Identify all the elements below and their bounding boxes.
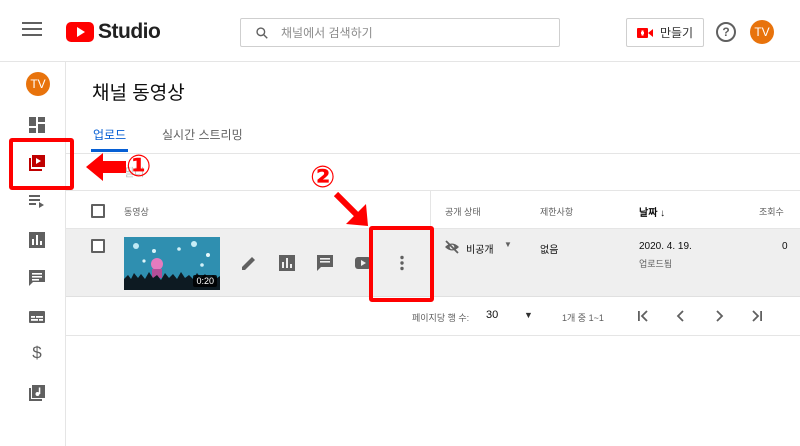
views-value: 0 — [782, 241, 788, 252]
rows-per-page-dropdown-icon[interactable]: ▼ — [524, 310, 533, 320]
content-videos-icon[interactable] — [28, 154, 46, 172]
menu-icon[interactable] — [22, 22, 42, 38]
youtube-view-icon[interactable] — [354, 254, 372, 272]
more-options-icon[interactable] — [393, 254, 411, 272]
arrow-down-right-icon — [334, 192, 368, 226]
video-thumbnail[interactable]: 0:20 — [124, 237, 220, 290]
analytics-icon[interactable] — [28, 231, 46, 249]
audio-library-icon[interactable] — [28, 384, 46, 402]
column-video: 동영상 — [124, 207, 149, 217]
tab-live-streaming[interactable]: 실시간 스트리밍 — [162, 126, 243, 143]
youtube-logo-icon — [66, 22, 94, 42]
previous-page-icon[interactable] — [672, 307, 690, 325]
first-page-icon[interactable] — [634, 307, 652, 325]
visibility-dropdown-icon[interactable]: ▼ — [504, 240, 512, 249]
last-page-icon[interactable] — [748, 307, 766, 325]
column-restrictions[interactable]: 제한사항 — [540, 205, 573, 218]
help-icon[interactable]: ? — [716, 22, 736, 42]
rows-per-page-label: 페이지당 행 수: — [412, 313, 470, 323]
video-duration: 0:20 — [193, 275, 217, 287]
create-button-label: 만들기 — [659, 26, 694, 40]
studio-logo[interactable]: Studio — [66, 20, 161, 44]
page-title: 채널 동영상 — [92, 83, 185, 104]
playlists-icon[interactable] — [28, 192, 46, 210]
step-2-badge: ② — [310, 161, 336, 194]
tab-uploads[interactable]: 업로드 — [90, 126, 129, 152]
date-status: 업로드됨 — [639, 259, 673, 269]
next-page-icon[interactable] — [710, 307, 728, 325]
page-range: 1개 중 1~1 — [562, 313, 604, 323]
account-avatar[interactable]: TV — [750, 20, 774, 44]
date-value: 2020. 4. 19. — [639, 241, 692, 252]
video-camera-icon — [636, 27, 653, 38]
arrow-left-icon — [86, 153, 126, 181]
edit-icon[interactable] — [240, 254, 258, 272]
pagination-bar: 페이지당 행 수: 30 ▼ 1개 중 1~1 — [66, 298, 800, 336]
restrictions-value: 없음 — [540, 245, 559, 256]
column-views[interactable]: 조회수 — [759, 205, 784, 218]
visibility-off-icon — [445, 240, 459, 254]
search-icon — [256, 26, 268, 39]
step-1-badge: ① — [126, 150, 152, 183]
analytics-icon[interactable] — [278, 254, 296, 272]
search-input[interactable] — [281, 25, 541, 40]
comments-icon[interactable] — [316, 254, 334, 272]
column-date[interactable]: 날짜 ↓ — [639, 204, 665, 219]
top-bar: Studio 만들기 ? TV — [0, 0, 800, 62]
channel-avatar[interactable]: TV — [26, 72, 50, 96]
tabs-divider — [66, 153, 800, 154]
logo-text: Studio — [98, 20, 161, 43]
subtitles-icon[interactable] — [28, 308, 46, 326]
column-divider — [430, 190, 431, 298]
search-box[interactable] — [240, 18, 560, 47]
rows-per-page-select[interactable]: 30 — [486, 309, 498, 321]
row-checkbox[interactable] — [91, 239, 105, 253]
column-visibility[interactable]: 공개 상태 — [445, 205, 481, 218]
dashboard-icon[interactable] — [28, 116, 46, 134]
create-button[interactable]: 만들기 — [626, 18, 704, 47]
select-all-checkbox[interactable] — [91, 204, 105, 218]
sidebar: TV $ — [0, 62, 66, 446]
visibility-value[interactable]: 비공개 — [466, 241, 494, 256]
table-header: 동영상 공개 상태 제한사항 날짜 ↓ 조회수 — [66, 190, 800, 229]
comments-icon[interactable] — [28, 269, 46, 287]
monetization-icon[interactable]: $ — [28, 344, 46, 362]
